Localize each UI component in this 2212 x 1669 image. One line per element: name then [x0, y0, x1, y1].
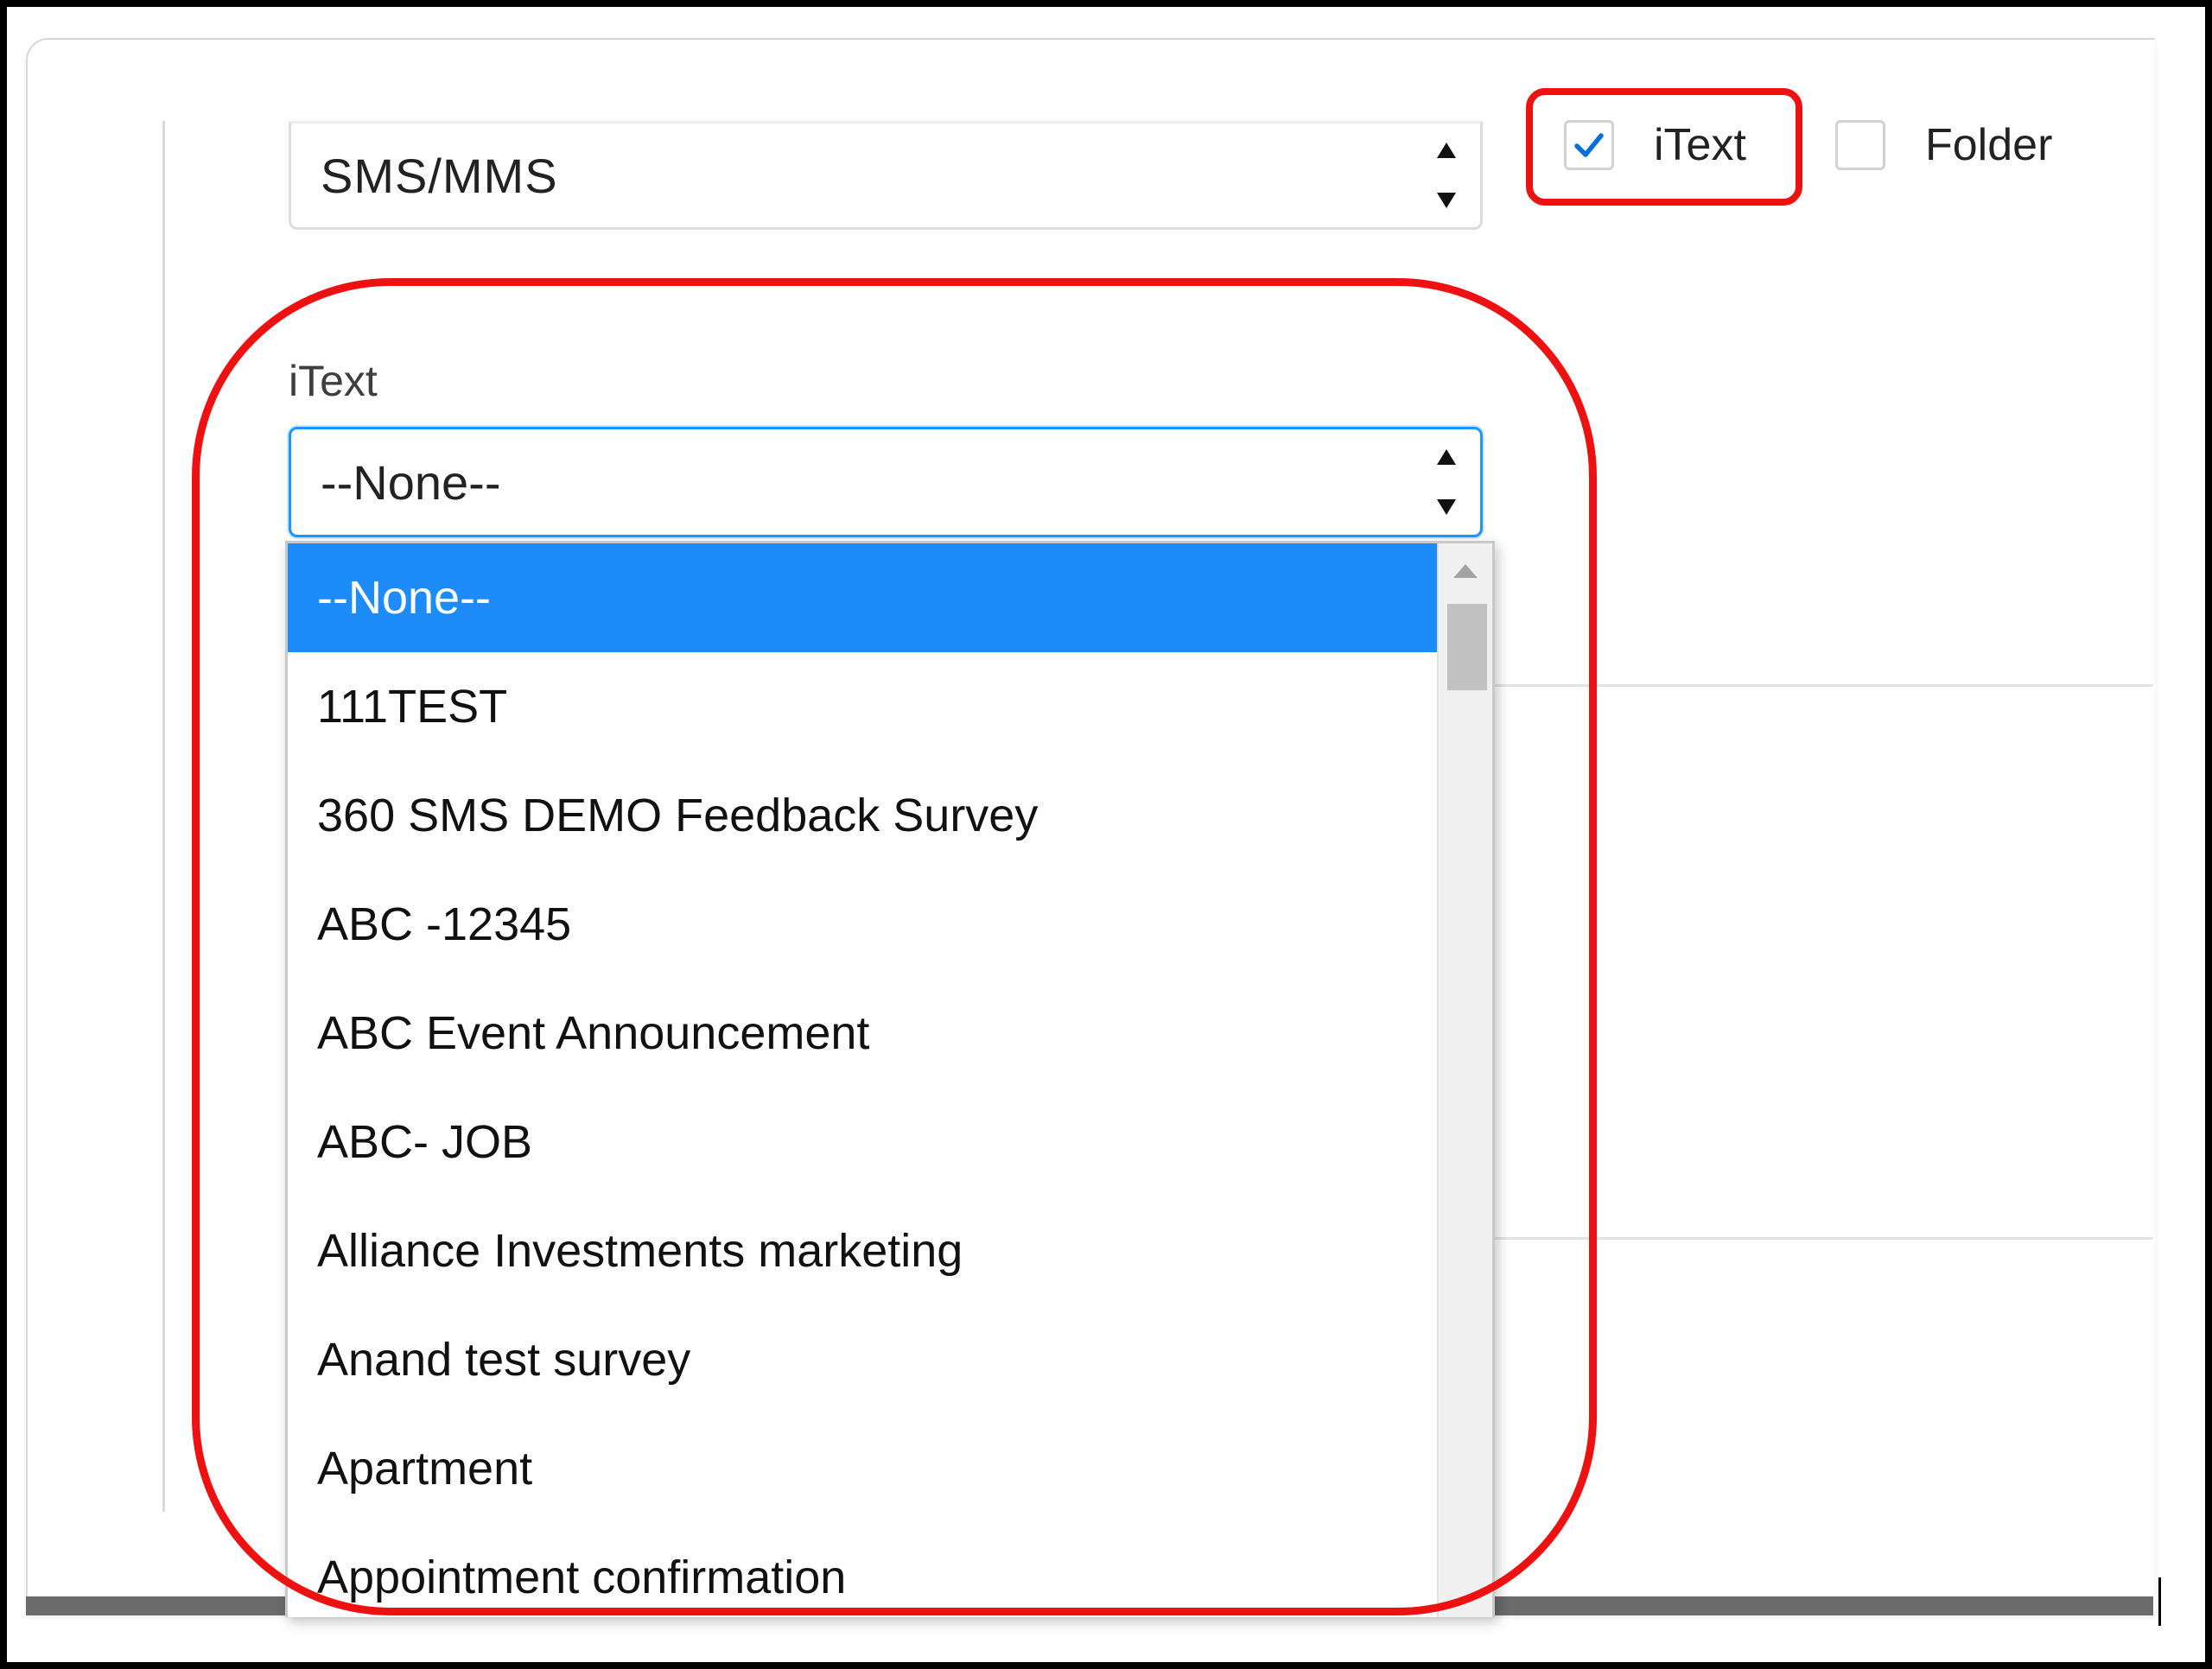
dropdown-option[interactable]: Appointment confirmation — [288, 1523, 1440, 1617]
scrollbar-thumb[interactable] — [1447, 604, 1487, 690]
section-divider — [1495, 1237, 2153, 1240]
scroll-up-arrow-icon[interactable] — [1453, 564, 1478, 578]
dropdown-option[interactable]: ABC- JOB — [288, 1088, 1440, 1196]
dropdown-option[interactable]: --None-- — [288, 543, 1440, 652]
folder-checkbox-label: Folder — [1925, 120, 2053, 170]
dropdown-option[interactable]: Alliance Investments marketing — [288, 1196, 1440, 1305]
dropdown-option[interactable]: ABC -12345 — [288, 870, 1440, 979]
itext-checkbox-label: iText — [1654, 120, 1746, 170]
itext-select[interactable]: --None-- — [289, 427, 1483, 537]
folder-checkbox[interactable] — [1835, 120, 1885, 170]
dropdown-option[interactable]: ABC Event Announcement — [288, 979, 1440, 1088]
itext-select-value: --None-- — [321, 454, 501, 510]
up-down-arrows-icon — [1432, 143, 1461, 208]
dropdown-scrollbar[interactable] — [1437, 543, 1492, 1617]
dropdown-option[interactable]: 360 SMS DEMO Feedback Survey — [288, 761, 1440, 870]
folder-checkbox-row[interactable]: Folder — [1835, 119, 2052, 171]
section-divider — [1495, 684, 2153, 687]
dropdown-option[interactable]: Anand test survey — [288, 1305, 1440, 1414]
checkmark-icon — [1574, 133, 1604, 157]
up-down-arrows-icon — [1432, 449, 1461, 515]
itext-checkbox-row[interactable]: iText — [1564, 119, 1746, 171]
dropdown-option[interactable]: 111TEST — [288, 652, 1440, 761]
channel-select[interactable]: SMS/MMS — [289, 121, 1483, 230]
text-cursor — [2158, 1577, 2161, 1626]
itext-dropdown-list[interactable]: --None-- 111TEST 360 SMS DEMO Feedback S… — [285, 541, 1495, 1617]
itext-checkbox[interactable] — [1564, 120, 1614, 170]
left-divider — [162, 121, 165, 1512]
dropdown-options: --None-- 111TEST 360 SMS DEMO Feedback S… — [288, 543, 1440, 1617]
channel-select-value: SMS/MMS — [321, 148, 558, 203]
dropdown-option[interactable]: Apartment — [288, 1414, 1440, 1523]
itext-field-label: iText — [289, 357, 378, 405]
